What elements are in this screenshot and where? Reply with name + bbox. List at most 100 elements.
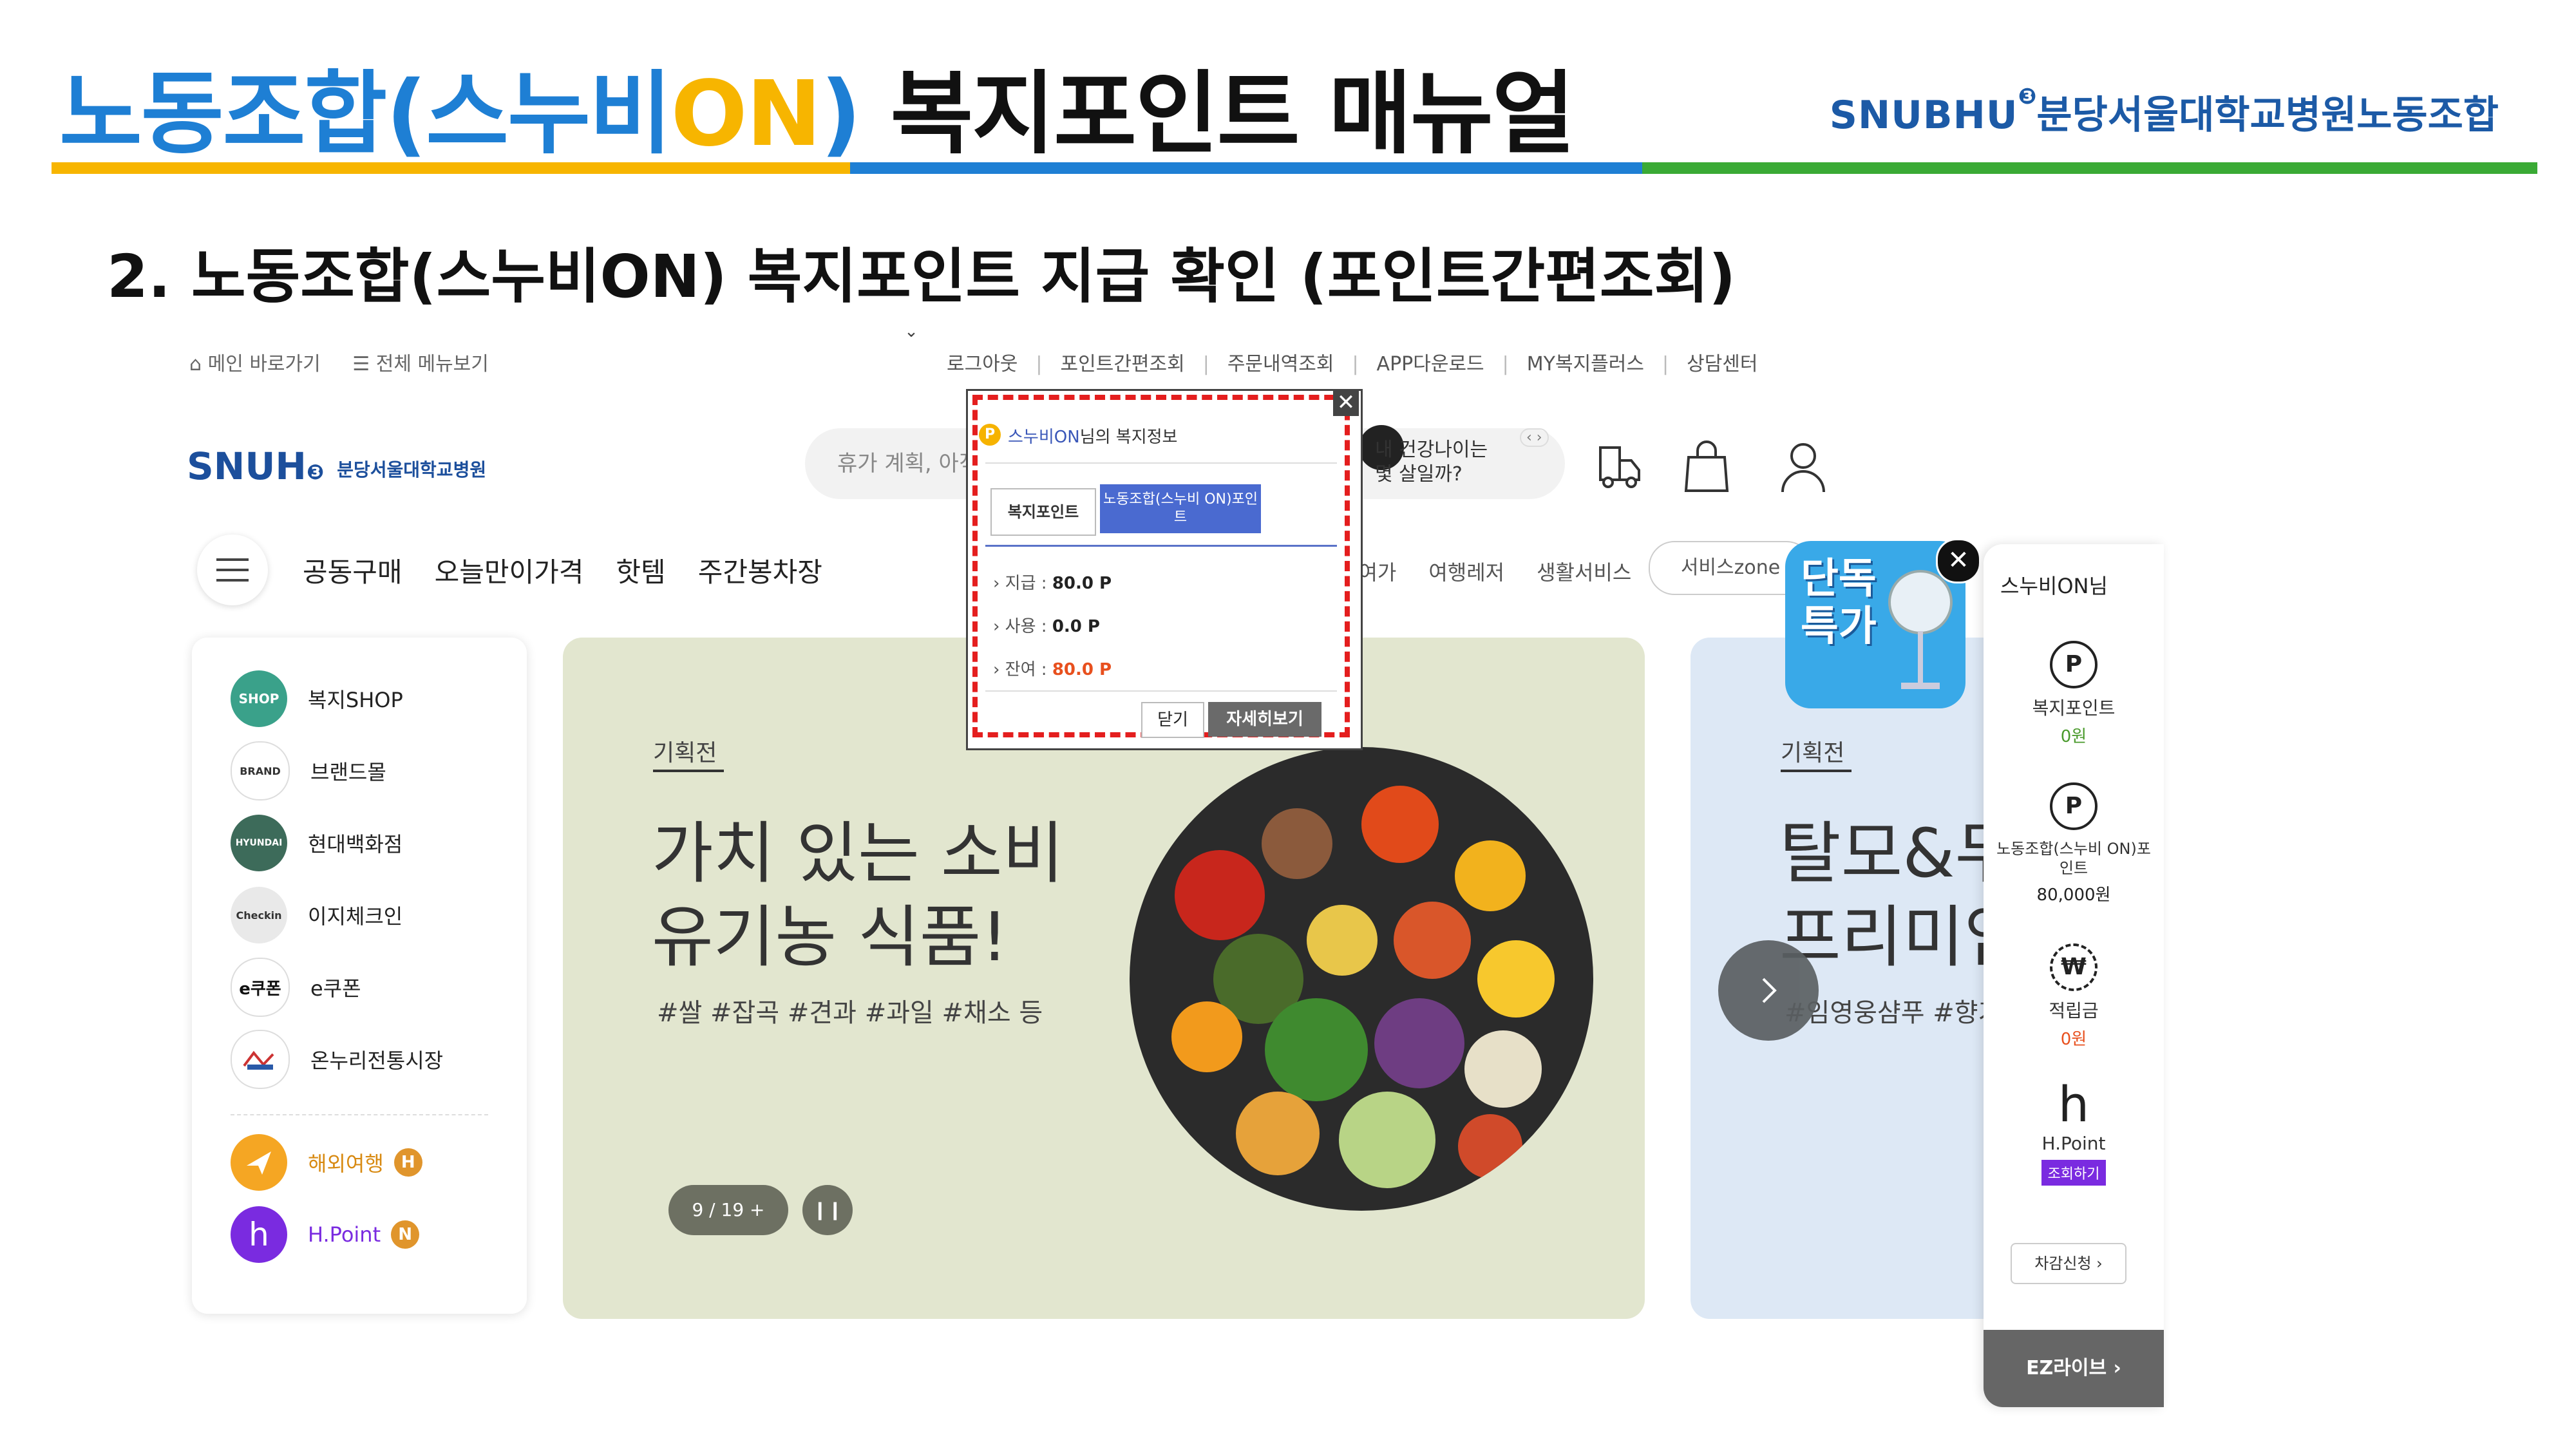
popup-close-icon[interactable]: ✕ — [1333, 390, 1359, 416]
user-icon[interactable] — [1777, 438, 1829, 496]
vegetables-image — [1130, 747, 1593, 1211]
menu-easy-checkin[interactable]: Checkin 이지체크인 — [231, 886, 402, 944]
deduct-request-button[interactable]: 차감신청 › — [2011, 1243, 2126, 1284]
plane-icon — [231, 1134, 287, 1191]
order-history-link[interactable]: 주문내역조회 — [1227, 353, 1334, 375]
checkin-icon: Checkin — [231, 887, 287, 943]
title-part-manual: 복지포인트 매뉴얼 — [890, 62, 1575, 167]
hpoint-sidebar-icon: h — [2058, 1075, 2090, 1133]
union-point-icon: P — [2050, 782, 2098, 830]
menu-label: H.Point — [308, 1222, 381, 1247]
menu-label: 복지SHOP — [308, 688, 403, 712]
nav-today-price[interactable]: 오늘만이가격 — [435, 556, 584, 588]
sidebar-item-value: 0원 — [2060, 1030, 2087, 1049]
badge-n: N — [391, 1220, 420, 1249]
health-promo[interactable]: 내 건강나이는 몇 살일까? — [1375, 438, 1488, 487]
popup-close-button[interactable]: 닫기 — [1141, 702, 1204, 738]
reward-icon: ₩ — [2050, 943, 2098, 991]
menu-list-icon: ☰ — [352, 353, 370, 375]
coin-icon: P — [979, 424, 1001, 446]
union-brand: SNUBHU❸분당서울대학교병원노동조합 — [1830, 84, 2499, 140]
hamburger-icon — [216, 558, 249, 582]
site-logo[interactable]: SNUH❸ 분당서울대학교병원 — [187, 444, 486, 488]
sidebar-hpoint[interactable]: h H.Point 조회하기 — [1984, 1079, 2164, 1186]
banner-tag: 기획전 — [653, 740, 717, 766]
nav-weekly-cart[interactable]: 주간봉차장 — [698, 556, 822, 588]
header-bar-yellow — [52, 162, 850, 174]
title-part-paren: ) — [820, 62, 862, 167]
logout-link[interactable]: 로그아웃 — [947, 353, 1018, 375]
row-value: 80.0 P — [1052, 574, 1112, 593]
menu-label: e쿠폰 — [310, 976, 361, 1001]
hamburger-menu-button[interactable] — [197, 535, 268, 605]
point-lookup-link[interactable]: 포인트간편조회 — [1061, 353, 1185, 375]
hpoint-lookup-button[interactable]: 조회하기 — [2041, 1160, 2107, 1186]
tab-union-point[interactable]: 노동조합(스누비 ON)포인트 — [1100, 484, 1261, 533]
sidebar-item-value: 0원 — [2060, 727, 2087, 746]
menu-welfare-shop[interactable]: SHOP 복지SHOP — [231, 670, 403, 728]
popup-row-paid: › 지급 : 80.0 P — [993, 570, 1112, 594]
menu-hyundai[interactable]: HYUNDAI 현대백화점 — [231, 814, 402, 872]
top-links: 로그아웃 | 포인트간편조회 | 주문내역조회 | APP다운로드 | MY복지플러스 | 상담센터 — [947, 353, 1758, 375]
my-welfare-plus-link[interactable]: MY복지플러스 — [1527, 353, 1644, 375]
banner-headline: 가치 있는 소비 유기농 식품! — [652, 811, 1064, 979]
tab-welfare-point[interactable]: 복지포인트 — [990, 488, 1096, 536]
menu-hpoint[interactable]: h H.Point N — [231, 1206, 420, 1264]
badge-h: H — [393, 1148, 422, 1177]
sidebar-union-point[interactable]: P 노동조합(스누비 ON)포인트 80,000원 — [1984, 782, 2164, 905]
menu-overseas-travel[interactable]: 해외여행 H — [231, 1133, 422, 1191]
ez-live-button[interactable]: EZ라이브 › — [1984, 1330, 2164, 1407]
website-screenshot: ⌂ 메인 바로가기 ☰ 전체 메뉴보기 ⌄ 로그아웃 | 포인트간편조회 | 주문내역조… — [180, 322, 2164, 1430]
shopping-bag-icon[interactable] — [1681, 438, 1732, 496]
menu-label: 브랜드몰 — [310, 760, 386, 784]
delivery-icon[interactable] — [1594, 441, 1645, 493]
next-banner-button[interactable] — [1718, 940, 1819, 1041]
ecoupon-icon: e쿠폰 — [231, 958, 290, 1017]
banner-pager-button[interactable]: 9 / 19 + — [668, 1185, 788, 1235]
promo-close-button[interactable]: ✕ — [1936, 538, 1981, 583]
header-bar-blue — [850, 162, 1642, 174]
collapse-chevron-icon[interactable]: ⌄ — [889, 322, 934, 341]
all-menu-link[interactable]: 전체 메뉴보기 — [376, 353, 489, 375]
nav-life-service[interactable]: 생활서비스 — [1537, 560, 1631, 585]
nav-hot-item[interactable]: 핫템 — [616, 556, 665, 588]
health-promo-nav-icon[interactable]: ‹ › — [1520, 428, 1549, 447]
chevron-right-icon: › — [993, 574, 1000, 593]
popup-row-used: › 사용 : 0.0 P — [993, 613, 1100, 637]
popup-footer-divider — [985, 690, 1337, 692]
promo-line-1: 단독 — [1801, 555, 1877, 603]
sidebar-item-label: H.Point — [2041, 1133, 2106, 1154]
menu-onnuri-market[interactable]: 온누리전통시장 — [231, 1030, 443, 1089]
row-label: 지급 : — [1005, 574, 1047, 593]
health-line-1: 내 건강나이는 — [1375, 439, 1488, 461]
category-nav-sub: 화여가 여행레저 생활서비스 — [1340, 556, 1663, 586]
nav-group-buy[interactable]: 공동구매 — [303, 556, 402, 588]
brand-name: 분당서울대학교병원노동조합 — [2036, 93, 2499, 138]
sidebar-reward[interactable]: ₩ 적립금 0원 — [1984, 943, 2164, 1050]
point-icon: P — [2050, 641, 2098, 688]
health-line-2: 몇 살일까? — [1375, 463, 1463, 486]
support-center-link[interactable]: 상담센터 — [1687, 353, 1757, 375]
banner2-tag-underline — [1781, 770, 1852, 772]
popup-user-name: 스누비ON — [1008, 428, 1080, 447]
popup-details-button[interactable]: 자세히보기 — [1208, 702, 1321, 737]
header-bar-green — [1642, 162, 2537, 174]
banner-headline-1: 가치 있는 소비 — [652, 814, 1065, 893]
sidebar-welfare-point[interactable]: P 복지포인트 0원 — [1984, 641, 2164, 747]
menu-ecoupon[interactable]: e쿠폰 e쿠폰 — [231, 958, 361, 1017]
row-value: 0.0 P — [1052, 617, 1100, 636]
nav-travel[interactable]: 여행레저 — [1428, 560, 1504, 585]
promo-line-2: 특가 — [1801, 603, 1877, 650]
menu-brand-mall[interactable]: BRAND 브랜드몰 — [231, 741, 386, 800]
banner-hashtags: #쌀 #잡곡 #견과 #과일 #채소 등 — [657, 998, 1043, 1028]
popup-title: 스누비ON님의 복지정보 — [1008, 424, 1177, 448]
banner-pause-button[interactable]: ❙❙ — [802, 1185, 853, 1235]
app-download-link[interactable]: APP다운로드 — [1377, 353, 1484, 375]
chevron-right-icon — [1762, 978, 1777, 1003]
sidebar-username: 스누비ON님 — [2000, 574, 2108, 598]
banner2-tag: 기획전 — [1781, 740, 1845, 766]
brand-logo-text: SNUBHU — [1829, 93, 2018, 138]
chevron-right-icon: › — [993, 617, 1000, 636]
main-shortcut-link[interactable]: 메인 바로가기 — [208, 353, 321, 375]
category-nav: 공동구매 오늘만이가격 핫템 주간봉차장 — [303, 551, 855, 590]
